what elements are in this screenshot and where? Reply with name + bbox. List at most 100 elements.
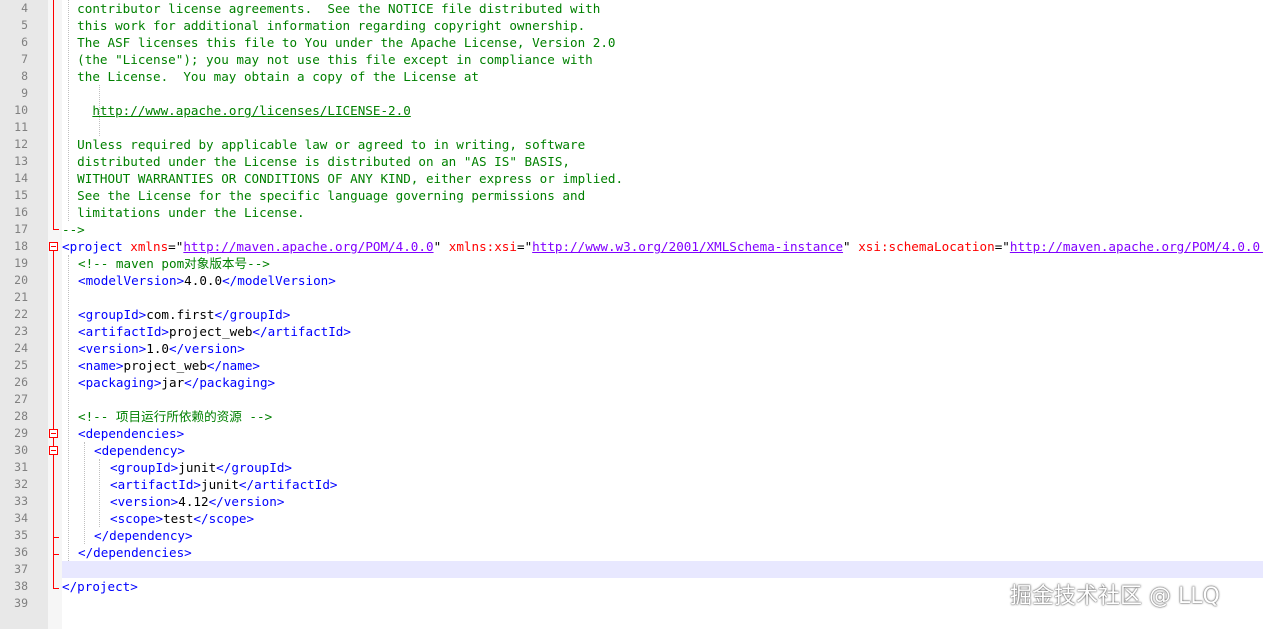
fold-end-tick: [53, 229, 59, 230]
line-number: 29: [14, 426, 28, 440]
project-open-tag: <project: [62, 239, 131, 254]
line-number: 31: [14, 460, 28, 474]
fold-end-tick: [53, 537, 59, 538]
line-number: 28: [14, 409, 28, 423]
code-line-23[interactable]: <artifactId>project_web</artifactId>: [78, 323, 351, 340]
tag: </scope>: [193, 511, 255, 526]
tag: <scope>: [110, 511, 164, 526]
line-number: 6: [21, 35, 28, 49]
line-number: 35: [14, 528, 28, 542]
license-url-link[interactable]: http://www.apache.org/licenses/LICENSE-2…: [92, 103, 410, 118]
code-line-26[interactable]: <packaging>jar</packaging>: [78, 374, 275, 391]
code-line-20[interactable]: <modelVersion>4.0.0</modelVersion>: [78, 272, 336, 289]
line-number: 14: [14, 171, 28, 185]
line-number: 24: [14, 341, 28, 355]
tag: <artifactId>: [110, 477, 201, 492]
schema-location-value-link[interactable]: http://maven.apache.org/POM/4.0.0 http:/…: [1010, 239, 1263, 254]
schema-location-attr: xsi:schemaLocation: [858, 239, 995, 254]
line-number: 33: [14, 494, 28, 508]
indent-guide: [99, 459, 100, 527]
code-line-17[interactable]: -->: [62, 221, 85, 238]
line-number: 38: [14, 579, 28, 593]
tag: </artifactId>: [238, 477, 338, 492]
tag: </version>: [208, 494, 285, 509]
code-line-15[interactable]: See the License for the specific languag…: [62, 187, 585, 204]
tag: </artifactId>: [252, 324, 351, 339]
code-line-31[interactable]: <groupId>junit</groupId>: [110, 459, 292, 476]
code-line-35[interactable]: </dependency>: [94, 527, 193, 544]
line-number: 4: [21, 1, 28, 15]
text-value: com.first: [146, 307, 215, 322]
line-number: 9: [21, 86, 28, 100]
code-line-19[interactable]: <!-- maven pom对象版本号-->: [78, 255, 270, 272]
line-number: 27: [14, 392, 28, 406]
code-line-38[interactable]: </project>: [62, 578, 138, 595]
text-value: jar: [161, 375, 185, 390]
code-line-33[interactable]: <version>4.12</version>: [110, 493, 284, 510]
tag: </modelVersion>: [222, 273, 336, 288]
xmlns-attr: xmlns: [130, 239, 169, 254]
code-line-4[interactable]: contributor license agreements. See the …: [62, 0, 600, 17]
fold-collapse-icon[interactable]: [49, 242, 58, 251]
tag: </packaging>: [184, 375, 276, 390]
fold-end-tick: [53, 588, 59, 589]
line-number: 30: [14, 443, 28, 457]
line-number: 23: [14, 324, 28, 338]
code-line-6[interactable]: The ASF licenses this file to You under …: [62, 34, 615, 51]
tag: <packaging>: [78, 375, 162, 390]
fold-collapse-icon[interactable]: [49, 446, 58, 455]
fold-collapse-icon[interactable]: [49, 429, 58, 438]
code-line-10[interactable]: http://www.apache.org/licenses/LICENSE-2…: [62, 102, 410, 119]
line-number: 5: [21, 18, 28, 32]
code-line-30[interactable]: <dependency>: [94, 442, 185, 459]
code-line-7[interactable]: (the "License"); you may not use this fi…: [62, 51, 593, 68]
code-line-25[interactable]: <name>project_web</name>: [78, 357, 260, 374]
xmlns-xsi-value-link[interactable]: http://www.w3.org/2001/XMLSchema-instanc…: [532, 239, 843, 254]
code-line-13[interactable]: distributed under the License is distrib…: [62, 153, 570, 170]
tag: </version>: [169, 341, 245, 356]
code-line-5[interactable]: this work for additional information reg…: [62, 17, 585, 34]
tag: <version>: [110, 494, 179, 509]
text-value: project_web: [123, 358, 207, 373]
text-value: junit: [178, 460, 217, 475]
text-value: project_web: [169, 324, 253, 339]
line-number: 16: [14, 205, 28, 219]
code-line-18[interactable]: <project xmlns="http://maven.apache.org/…: [62, 238, 1263, 255]
code-line-36[interactable]: </dependencies>: [78, 544, 192, 561]
text-value: 4.12: [178, 494, 209, 509]
code-line-14[interactable]: WITHOUT WARRANTIES OR CONDITIONS OF ANY …: [62, 170, 623, 187]
line-number: 22: [14, 307, 28, 321]
code-line-28[interactable]: <!-- 项目运行所依赖的资源 -->: [78, 408, 272, 425]
line-number: 13: [14, 154, 28, 168]
line-number: 39: [14, 596, 28, 610]
xmlns-value-link[interactable]: http://maven.apache.org/POM/4.0.0: [183, 239, 433, 254]
tag: </name>: [206, 358, 260, 373]
tag: <groupId>: [110, 460, 179, 475]
quote: ": [433, 239, 449, 254]
text-value: 1.0: [146, 341, 169, 356]
fold-margin: [48, 0, 62, 629]
code-line-22[interactable]: <groupId>com.first</groupId>: [78, 306, 290, 323]
code-line-8[interactable]: the License. You may obtain a copy of th…: [62, 68, 479, 85]
code-line-12[interactable]: Unless required by applicable law or agr…: [62, 136, 585, 153]
line-number: 8: [21, 69, 28, 83]
code-line-24[interactable]: <version>1.0</version>: [78, 340, 245, 357]
text-value: junit: [201, 477, 239, 492]
xmlns-xsi-attr: xmlns:xsi: [448, 239, 517, 254]
code-line-29[interactable]: <dependencies>: [78, 425, 184, 442]
line-number: 36: [14, 545, 28, 559]
text-value: test: [163, 511, 194, 526]
current-line-highlight: [62, 561, 1263, 578]
code-line-32[interactable]: <artifactId>junit</artifactId>: [110, 476, 338, 493]
code-line-34[interactable]: <scope>test</scope>: [110, 510, 254, 527]
eq: =": [168, 239, 184, 254]
line-number: 21: [14, 290, 28, 304]
tag: <version>: [78, 341, 147, 356]
watermark: 掘金技术社区 @ LLQ: [1010, 584, 1220, 609]
line-number: 15: [14, 188, 28, 202]
line-number: 20: [14, 273, 28, 287]
code-line-16[interactable]: limitations under the License.: [62, 204, 304, 221]
tag: <modelVersion>: [78, 273, 185, 288]
code-editor[interactable]: 4 5 6 7 8 9 10 11 12 13 14 15 16 17 18 19 20 21 22 23 24 25 26…: [0, 0, 1263, 629]
